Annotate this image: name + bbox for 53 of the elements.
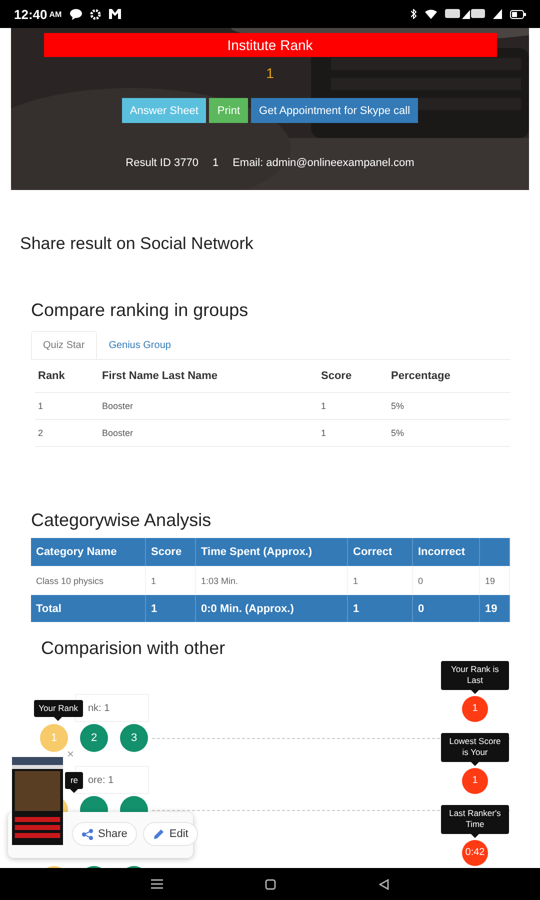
wifi-icon [425, 9, 437, 19]
action-button[interactable]: Print [209, 98, 248, 123]
rank-circle: 1 [40, 724, 68, 752]
result-number: 1 [212, 157, 219, 169]
share-heading: Share result on Social Network [19, 234, 254, 254]
mail-icon [108, 9, 121, 19]
rank-circle: 2 [80, 724, 108, 752]
column-header: Score [321, 370, 353, 382]
rank-circle: 1 [462, 696, 488, 722]
table-cell-text: Booster [102, 401, 134, 411]
rank-title: Institute Rank [44, 33, 496, 57]
edit-button[interactable]: Edit [143, 822, 198, 846]
action-button[interactable]: Get Appointment for Skype call [251, 98, 418, 123]
signal-icon [445, 9, 485, 19]
menu-icon[interactable] [151, 879, 164, 889]
group-tab[interactable]: Quiz Star [31, 331, 97, 359]
total-cell: 1 [146, 595, 196, 622]
total-cell: 1 [348, 595, 413, 622]
rank-circle: 1 [462, 768, 488, 794]
bluetooth-icon [411, 9, 417, 19]
table-cell-text: 1 [38, 401, 44, 411]
section-heading: Comparision with other [40, 638, 226, 659]
total-cell: Total [31, 595, 146, 622]
contact-email: Email: admin@onlineexampanel.com [232, 157, 414, 169]
table-cell-text: 5% [391, 428, 406, 438]
home-icon[interactable] [265, 878, 276, 890]
table-cell-text: 1 [321, 401, 328, 411]
share-button[interactable]: Share [72, 822, 138, 846]
close-button[interactable]: × [66, 748, 76, 760]
signal-icon [493, 9, 502, 19]
rank-value: 1 [266, 65, 274, 81]
rank-circle: 0:42 [462, 840, 488, 866]
result-id: Result ID 3770 [126, 157, 198, 169]
share-icon [82, 828, 93, 840]
column-header: Rank [38, 370, 66, 382]
table-cell-text: Booster [102, 428, 134, 438]
back-icon[interactable] [378, 878, 389, 890]
pencil-icon [153, 828, 164, 840]
total-cell: 0 [413, 595, 480, 622]
chat-icon [70, 8, 82, 20]
column-header: First Name Last Name [102, 370, 219, 382]
section-heading: Compare ranking in groups [30, 300, 250, 321]
table-cell-text: 2 [38, 428, 44, 438]
total-cell: 19 [480, 595, 510, 622]
table-cell-text: 5% [391, 401, 406, 411]
column-header: Percentage [391, 370, 452, 382]
battery-icon [510, 10, 526, 18]
rank-circle: 3 [120, 724, 148, 752]
status-ampm: AM [49, 10, 62, 18]
status-time: 12:40 [14, 6, 48, 22]
table-cell-text: 1 [321, 428, 328, 438]
section-heading: Categorywise Analysis [30, 510, 212, 531]
total-cell: 0:0 Min. (Approx.) [196, 595, 348, 622]
